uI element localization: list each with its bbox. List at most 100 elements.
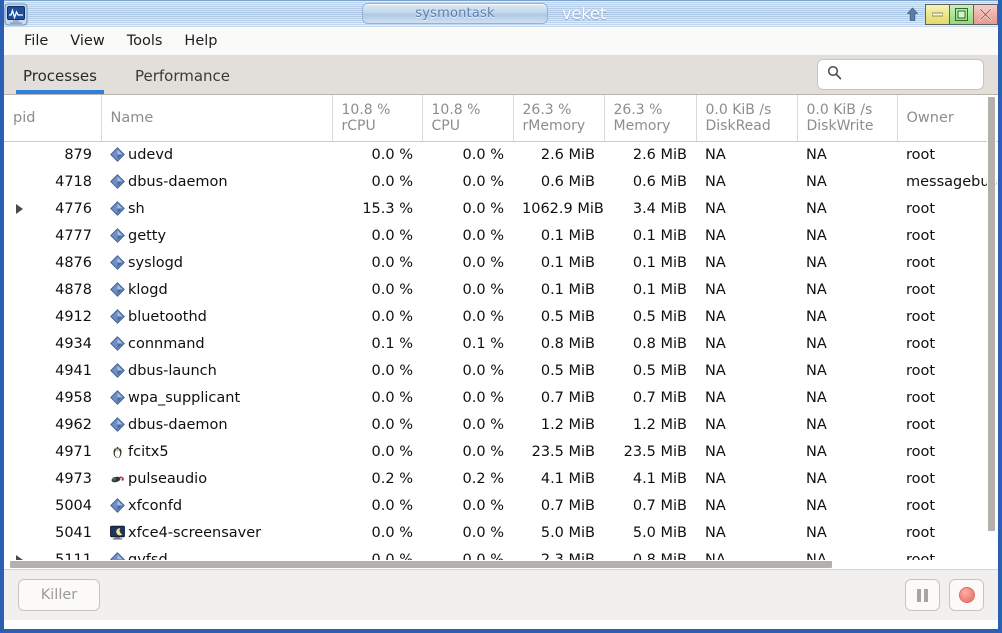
diamond-icon (110, 146, 125, 162)
cell-owner-text: root (906, 227, 936, 244)
cell-memory: 5.0 MiB (604, 519, 696, 546)
cell-cpu: 0.0 % (422, 492, 513, 519)
cell-rcpu: 0.0 % (332, 141, 422, 168)
cell-diskwrite: NA (797, 330, 897, 357)
cell-rcpu: 0.1 % (332, 330, 422, 357)
cell-diskread: NA (696, 330, 797, 357)
cell-diskwrite: NA (797, 276, 897, 303)
column-header-diskwrite[interactable]: 0.0 KiB /s DiskWrite (797, 95, 898, 142)
menu-item-file[interactable]: File (13, 31, 59, 51)
cell-owner-text: root (906, 335, 936, 352)
process-table-body: 879 udevd 0.0 % 0.0 % 2.6 MiB 2.6 MiB NA NA root… (4, 141, 998, 569)
cell-diskwrite-text: NA (806, 200, 827, 217)
cell-rcpu-text: 0.1 % (371, 335, 413, 352)
table-row[interactable]: 4776 sh 15.3 % 0.0 % 1062.9 MiB 3.4 MiB NA NA ro… (4, 195, 998, 222)
minimize-button[interactable] (925, 3, 950, 25)
table-row[interactable]: 4878 klogd 0.0 % 0.0 % 0.1 MiB 0.1 MiB NA NA roo… (4, 276, 998, 303)
cell-memory: 0.7 MiB (604, 492, 696, 519)
cell-rmemory-text: 0.7 MiB (540, 389, 595, 406)
cell-diskread-text: NA (705, 443, 726, 460)
horizontal-scrollbar-thumb[interactable] (10, 561, 832, 568)
column-header-owner[interactable]: Owner (897, 95, 998, 142)
menu-item-help[interactable]: Help (173, 31, 228, 51)
pause-button[interactable] (905, 579, 940, 611)
process-table-area: pid Name 10.8 % rCPU 10.8 % CPU 26.3 % r… (4, 95, 998, 569)
cell-memory-text: 5.0 MiB (632, 524, 687, 541)
cell-rcpu-text: 0.0 % (371, 281, 413, 298)
cell-cpu: 0.0 % (422, 195, 513, 222)
maximize-button[interactable] (949, 3, 974, 25)
table-row[interactable]: 4971 fcitx5 0.0 % 0.0 % 23.5 MiB 23.5 MiB NA NA… (4, 438, 998, 465)
cell-cpu-text: 0.0 % (462, 227, 504, 244)
column-value-diskwrite: 0.0 KiB /s (806, 101, 873, 118)
bottom-toolbar: Killer (4, 569, 998, 620)
cell-name: pulseaudio (101, 465, 332, 492)
table-row[interactable]: 4973 pulseaudio 0.2 % 0.2 % 4.1 MiB 4.1 MiB NA… (4, 465, 998, 492)
cell-name: connmand (101, 330, 332, 357)
vertical-scrollbar[interactable] (987, 95, 996, 569)
menu-item-tools[interactable]: Tools (116, 31, 174, 51)
cell-owner-text: root (906, 254, 936, 271)
search-input[interactable] (849, 66, 974, 83)
cell-memory-text: 3.4 MiB (632, 200, 687, 217)
column-header-memory[interactable]: 26.3 % Memory (604, 95, 697, 142)
cell-pid-text: 4776 (55, 200, 92, 217)
column-label-memory: Memory (613, 117, 671, 134)
table-row[interactable]: 4958 wpa_supplicant 0.0 % 0.0 % 0.7 MiB 0.7 M… (4, 384, 998, 411)
cell-cpu: 0.2 % (422, 465, 513, 492)
cell-memory-text: 0.1 MiB (632, 254, 687, 271)
column-label-pid: pid (13, 109, 36, 126)
table-row[interactable]: 5004 xfconfd 0.0 % 0.0 % 0.7 MiB 0.7 MiB NA NA r… (4, 492, 998, 519)
table-row[interactable]: 4718 dbus-daemon 0.0 % 0.0 % 0.6 MiB 0.6 MiB N… (4, 168, 998, 195)
cell-owner: root (897, 276, 998, 303)
table-row[interactable]: 4876 syslogd 0.0 % 0.0 % 0.1 MiB 0.1 MiB NA NA r… (4, 249, 998, 276)
table-row[interactable]: 879 udevd 0.0 % 0.0 % 2.6 MiB 2.6 MiB NA NA root (4, 141, 998, 168)
diamond-icon (110, 389, 125, 405)
cell-rcpu-text: 0.0 % (371, 443, 413, 460)
cell-memory: 4.1 MiB (604, 465, 696, 492)
cell-cpu: 0.0 % (422, 276, 513, 303)
horizontal-scrollbar[interactable] (6, 560, 994, 569)
cell-diskread: NA (696, 195, 797, 222)
cell-diskread: NA (696, 276, 797, 303)
record-button[interactable] (949, 579, 984, 611)
cell-owner: root (897, 222, 998, 249)
cell-pid-text: 4878 (55, 281, 92, 298)
killer-button[interactable]: Killer (18, 579, 100, 611)
cell-pid: 4777 (4, 222, 101, 249)
menu-item-view[interactable]: View (59, 31, 115, 51)
column-header-pid[interactable]: pid (4, 95, 102, 142)
table-row[interactable]: 5041 xfce4-screensaver 0.0 % 0.0 % 5.0 MiB 5.… (4, 519, 998, 546)
close-button[interactable] (973, 3, 998, 25)
cell-diskwrite-text: NA (806, 362, 827, 379)
cell-memory-text: 0.5 MiB (632, 362, 687, 379)
column-label-name: Name (110, 109, 154, 126)
cell-owner-text: root (906, 389, 936, 406)
cell-rmemory-text: 0.1 MiB (540, 254, 595, 271)
column-header-name[interactable]: Name (101, 95, 333, 142)
cell-memory: 0.5 MiB (604, 357, 696, 384)
search-box[interactable] (817, 59, 984, 90)
expand-arrow-icon[interactable] (16, 203, 23, 214)
column-header-diskread[interactable]: 0.0 KiB /s DiskRead (696, 95, 798, 142)
table-row[interactable]: 4941 dbus-launch 0.0 % 0.0 % 0.5 MiB 0.5 MiB N… (4, 357, 998, 384)
tab-performance[interactable]: Performance (116, 69, 249, 94)
column-header-rcpu[interactable]: 10.8 % rCPU (332, 95, 423, 142)
cell-diskread-text: NA (705, 227, 726, 244)
vertical-scrollbar-thumb[interactable] (988, 97, 995, 531)
diamond-icon (110, 362, 125, 378)
cell-diskread-text: NA (705, 524, 726, 541)
window-tab-sysmontask[interactable]: sysmontask (362, 3, 548, 24)
table-row[interactable]: 4912 bluetoothd 0.0 % 0.0 % 0.5 MiB 0.5 MiB NA… (4, 303, 998, 330)
cell-rmemory-text: 5.0 MiB (540, 524, 595, 541)
window-tab-label: sysmontask (415, 6, 495, 21)
table-row[interactable]: 4934 connmand 0.1 % 0.1 % 0.8 MiB 0.8 MiB NA NA… (4, 330, 998, 357)
column-header-rmemory[interactable]: 26.3 % rMemory (513, 95, 605, 142)
cell-pid: 4941 (4, 357, 101, 384)
tab-processes[interactable]: Processes (4, 69, 116, 94)
table-row[interactable]: 4962 dbus-daemon 0.0 % 0.0 % 1.2 MiB 1.2 MiB N… (4, 411, 998, 438)
roll-up-icon[interactable] (901, 3, 923, 25)
column-header-cpu[interactable]: 10.8 % CPU (422, 95, 514, 142)
table-row[interactable]: 4777 getty 0.0 % 0.0 % 0.1 MiB 0.1 MiB NA NA roo… (4, 222, 998, 249)
cell-pid-text: 4718 (55, 173, 92, 190)
